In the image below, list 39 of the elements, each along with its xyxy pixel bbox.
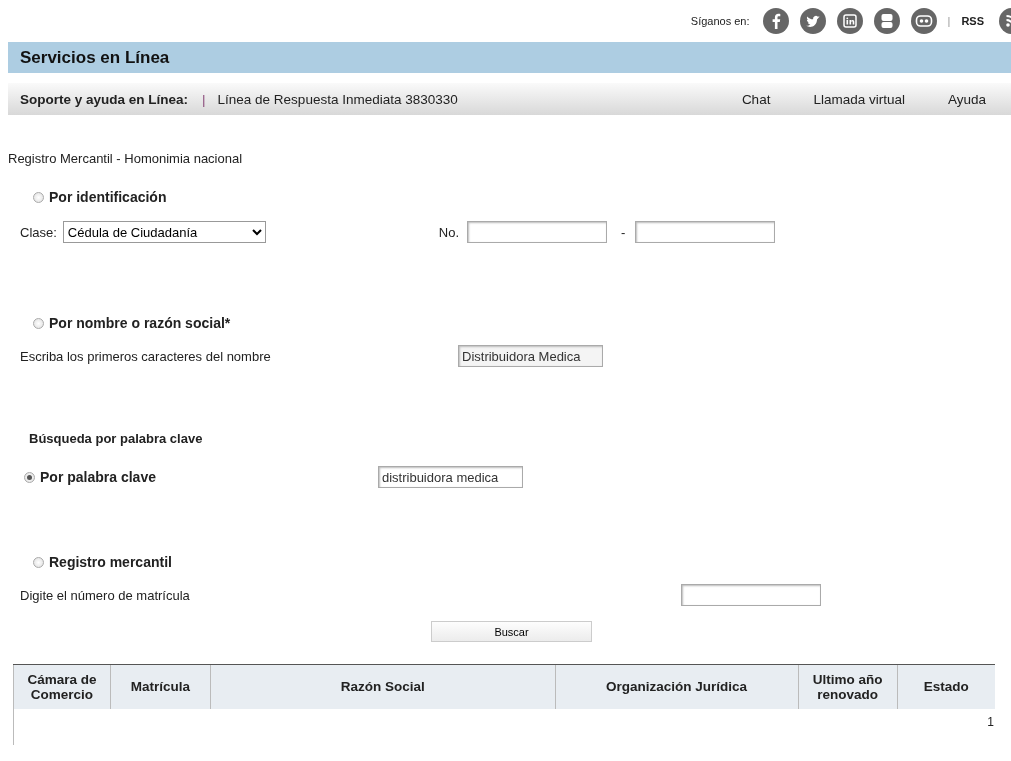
separator: | [947, 15, 951, 27]
follow-label: Síganos en: [690, 15, 750, 27]
page-title-bar: Servicios en Línea [8, 42, 1011, 73]
keyword-field[interactable]: distribuidora medica [377, 466, 523, 488]
support-label: Soporte y ayuda en Línea: [20, 91, 189, 107]
separator: | [202, 91, 206, 107]
twitter-icon[interactable] [799, 8, 826, 34]
column-header: Estado [897, 664, 995, 709]
column-header: Matrícula [110, 664, 211, 709]
class-label: Clase: [20, 224, 57, 240]
section-heading: Búsqueda por palabra clave [29, 431, 204, 446]
dash-text: - [621, 224, 626, 240]
facebook-icon[interactable] [762, 8, 789, 34]
linkedin-icon[interactable] [836, 8, 863, 34]
nav-link[interactable]: Llamada virtual [813, 91, 905, 107]
nav-link[interactable]: Chat [741, 91, 771, 107]
rss-link[interactable]: RSS [961, 15, 984, 27]
number-label: No. [438, 224, 460, 240]
class-dropdown[interactable]: Cédula de Ciudadanía [62, 221, 266, 243]
form-heading: Registro Mercantil - Homonimia nacional [8, 151, 244, 168]
radio-option[interactable]: Registro mercantil [33, 554, 1011, 570]
name-field[interactable]: Distribuidora Medica [458, 345, 603, 367]
radio-option[interactable]: Por identificación [33, 189, 1011, 205]
search-button[interactable]: Buscar [431, 621, 592, 642]
id-number-field[interactable] [467, 221, 608, 243]
registry-hint: Digite el número de matrícula [20, 587, 191, 603]
nav-link[interactable]: Ayuda [947, 91, 986, 107]
check-digit-field[interactable] [635, 221, 776, 243]
hotline-text: Línea de Respuesta Inmediata 3830330 [217, 91, 458, 107]
column-header: Ultimo año renovado [798, 664, 897, 709]
page-number: 1 [13, 708, 995, 745]
column-header: Razón Social [210, 664, 556, 709]
radio-option[interactable]: Por nombre o razón social* [33, 315, 1011, 331]
registry-number-field[interactable] [681, 584, 821, 606]
flickr-icon[interactable] [910, 8, 937, 34]
radio-option[interactable]: Por palabra clave [24, 469, 156, 485]
name-hint: Escriba los primeros caracteres del nombre [20, 348, 272, 364]
column-header: Cámara de Comercio [13, 664, 111, 709]
column-header: Organización Jurídica [555, 664, 799, 709]
